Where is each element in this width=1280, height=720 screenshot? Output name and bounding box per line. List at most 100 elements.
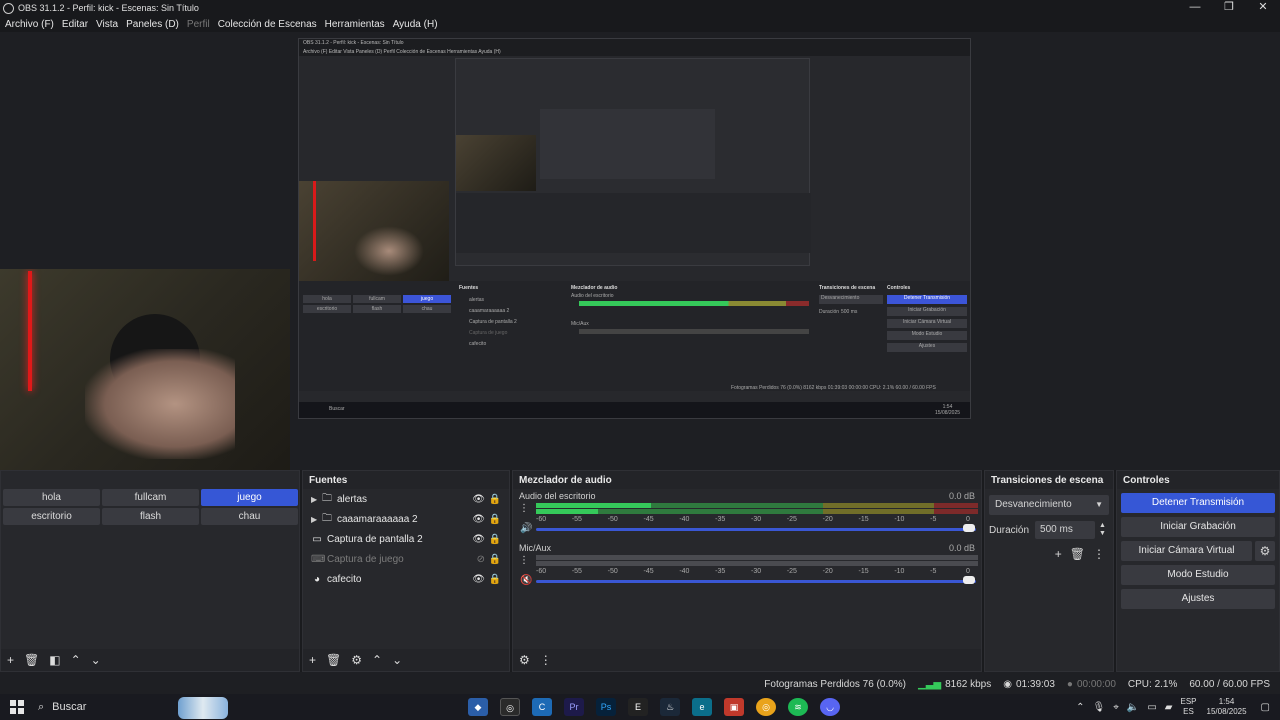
- source-row[interactable]: ▶ 🗀 caaamaraaaaaa 2 👁 🔒: [303, 509, 509, 529]
- signal-bars-icon: ▁▃▅: [918, 678, 942, 690]
- filter-icon[interactable]: ◧: [49, 653, 60, 667]
- speaker-icon[interactable]: 🔊: [520, 523, 532, 534]
- microphone-icon[interactable]: 🎙: [1093, 702, 1106, 713]
- chevron-up-icon[interactable]: ⌃: [1076, 702, 1084, 713]
- scene-hola[interactable]: hola: [3, 489, 100, 506]
- volume-slider[interactable]: [536, 580, 976, 583]
- volume-icon[interactable]: 🔈: [1127, 702, 1139, 713]
- studio-mode-button[interactable]: Modo Estudio: [1121, 565, 1275, 585]
- delete-source-icon[interactable]: 🗑: [326, 653, 341, 667]
- red-led-strip: [28, 271, 32, 391]
- expand-icon[interactable]: ▶: [311, 515, 321, 524]
- hidden-icon[interactable]: ⊘: [477, 554, 485, 565]
- menu-herramientas[interactable]: Herramientas: [325, 19, 385, 30]
- spotify-icon[interactable]: ≋: [788, 698, 808, 716]
- track-menu-icon[interactable]: ⋮: [519, 555, 529, 566]
- notifications-icon[interactable]: ▢: [1261, 702, 1270, 713]
- source-properties-icon[interactable]: ⚙: [351, 653, 362, 667]
- steam-icon[interactable]: ♨: [660, 698, 680, 716]
- delete-scene-icon[interactable]: 🗑: [24, 653, 39, 667]
- capcut-app-icon[interactable]: C: [532, 698, 552, 716]
- maximize-button[interactable]: ❐: [1212, 0, 1246, 16]
- volume-slider-handle[interactable]: [963, 524, 975, 532]
- duration-stepper[interactable]: ▲ ▼: [1099, 522, 1106, 538]
- menu-vista[interactable]: Vista: [96, 19, 118, 30]
- sources-title: Fuentes: [303, 471, 509, 489]
- gear-icon[interactable]: ⚙: [1255, 541, 1275, 561]
- photoshop-app-icon[interactable]: Ps: [596, 698, 616, 716]
- start-recording-button[interactable]: Iniciar Grabación: [1121, 517, 1275, 537]
- source-row[interactable]: ▭ Captura de pantalla 2 👁 🔒: [303, 529, 509, 549]
- visibility-icon[interactable]: 👁: [472, 494, 485, 505]
- speaker-muted-icon[interactable]: 🔇: [520, 575, 532, 586]
- menu-editar[interactable]: Editar: [62, 19, 88, 30]
- source-row[interactable]: ⌨ Captura de juego ⊘ 🔒: [303, 549, 509, 569]
- chrome-icon[interactable]: ◎: [756, 698, 776, 716]
- location-icon[interactable]: ⌖: [1113, 702, 1119, 713]
- scene-flash[interactable]: flash: [102, 508, 199, 525]
- scene-transitions-dock: Transiciones de escena Desvanecimiento ▼…: [984, 470, 1114, 672]
- expand-icon[interactable]: ▶: [311, 495, 321, 504]
- duration-input[interactable]: 500 ms: [1035, 521, 1096, 539]
- premiere-app-icon[interactable]: Pr: [564, 698, 584, 716]
- preview-canvas[interactable]: OBS 31.1.2 - Perfil: kick - Escenas: Sin…: [0, 32, 1280, 477]
- volume-slider[interactable]: [536, 528, 976, 531]
- taskbar-search[interactable]: ⌕ Buscar: [38, 696, 228, 719]
- menu-coleccion-escenas[interactable]: Colección de Escenas: [218, 19, 317, 30]
- volume-slider-handle[interactable]: [963, 576, 975, 584]
- settings-button[interactable]: Ajustes: [1121, 589, 1275, 609]
- visibility-icon[interactable]: 👁: [472, 574, 485, 585]
- scene-chau[interactable]: chau: [201, 508, 298, 525]
- lock-icon[interactable]: 🔒: [489, 554, 501, 565]
- menu-paneles[interactable]: Paneles (D): [126, 19, 179, 30]
- obs-app-icon[interactable]: ◎: [500, 698, 520, 716]
- cpu-usage: CPU: 2.1%: [1127, 678, 1178, 690]
- windows-start-icon[interactable]: [10, 700, 24, 714]
- source-row[interactable]: ◕ cafecito 👁 🔒: [303, 569, 509, 589]
- track-menu-icon[interactable]: ⋮: [519, 503, 529, 514]
- move-up-icon[interactable]: ⌃: [71, 653, 81, 667]
- source-row[interactable]: ▶ 🗀 alertas 👁 🔒: [303, 489, 509, 509]
- move-down-icon[interactable]: ⌄: [392, 653, 402, 667]
- menu-archivo[interactable]: Archivo (F): [5, 19, 54, 30]
- add-source-icon[interactable]: +: [309, 653, 316, 667]
- mixer-menu-icon[interactable]: ⋮: [540, 653, 552, 667]
- menu-ayuda[interactable]: Ayuda (H): [393, 19, 438, 30]
- stop-stream-button[interactable]: Detener Transmisión: [1121, 493, 1275, 513]
- scene-escritorio[interactable]: escritorio: [3, 508, 100, 525]
- app-red-icon[interactable]: ▣: [724, 698, 744, 716]
- scale-tick: -50: [607, 516, 618, 523]
- taskbar-apps: ◆ ◎ C Pr Ps E ♨ e ▣ ◎ ≋ ◡: [468, 698, 852, 716]
- add-scene-icon[interactable]: +: [7, 653, 14, 667]
- visibility-icon[interactable]: 👁: [472, 534, 485, 545]
- lock-icon[interactable]: 🔒: [489, 514, 501, 525]
- lock-icon[interactable]: 🔒: [489, 494, 501, 505]
- delete-transition-icon[interactable]: 🗑: [1070, 547, 1085, 561]
- discord-icon[interactable]: ◡: [820, 698, 840, 716]
- add-transition-icon[interactable]: +: [1055, 547, 1062, 561]
- virtual-camera-button[interactable]: Iniciar Cámara Virtual: [1121, 541, 1252, 561]
- move-up-icon[interactable]: ⌃: [372, 653, 382, 667]
- network-icon[interactable]: ▭: [1147, 702, 1156, 713]
- stream-time: 01:39:03: [1015, 678, 1055, 690]
- epic-games-icon[interactable]: E: [628, 698, 648, 716]
- minimize-button[interactable]: —: [1178, 0, 1212, 16]
- scale-tick: -60: [536, 568, 547, 575]
- app-files-icon[interactable]: ◆: [468, 698, 488, 716]
- clock[interactable]: 1:54 15/08/2025: [1207, 697, 1247, 717]
- advanced-audio-icon[interactable]: ⚙: [519, 653, 530, 667]
- visibility-icon[interactable]: 👁: [472, 514, 485, 525]
- close-button[interactable]: ✕: [1246, 0, 1280, 16]
- scene-fullcam[interactable]: fullcam: [102, 489, 199, 506]
- edge-icon[interactable]: e: [692, 698, 712, 716]
- language-indicator[interactable]: ESP ES: [1180, 697, 1196, 717]
- menu-perfil[interactable]: Perfil: [187, 19, 210, 30]
- battery-icon[interactable]: ▰: [1165, 702, 1173, 713]
- lock-icon[interactable]: 🔒: [489, 574, 501, 585]
- transition-menu-icon[interactable]: ⋮: [1093, 547, 1105, 561]
- duration-label: Duración: [989, 524, 1030, 536]
- scene-juego[interactable]: juego: [201, 489, 298, 506]
- move-down-icon[interactable]: ⌄: [91, 653, 101, 667]
- lock-icon[interactable]: 🔒: [489, 534, 501, 545]
- transition-select[interactable]: Desvanecimiento ▼: [989, 495, 1109, 515]
